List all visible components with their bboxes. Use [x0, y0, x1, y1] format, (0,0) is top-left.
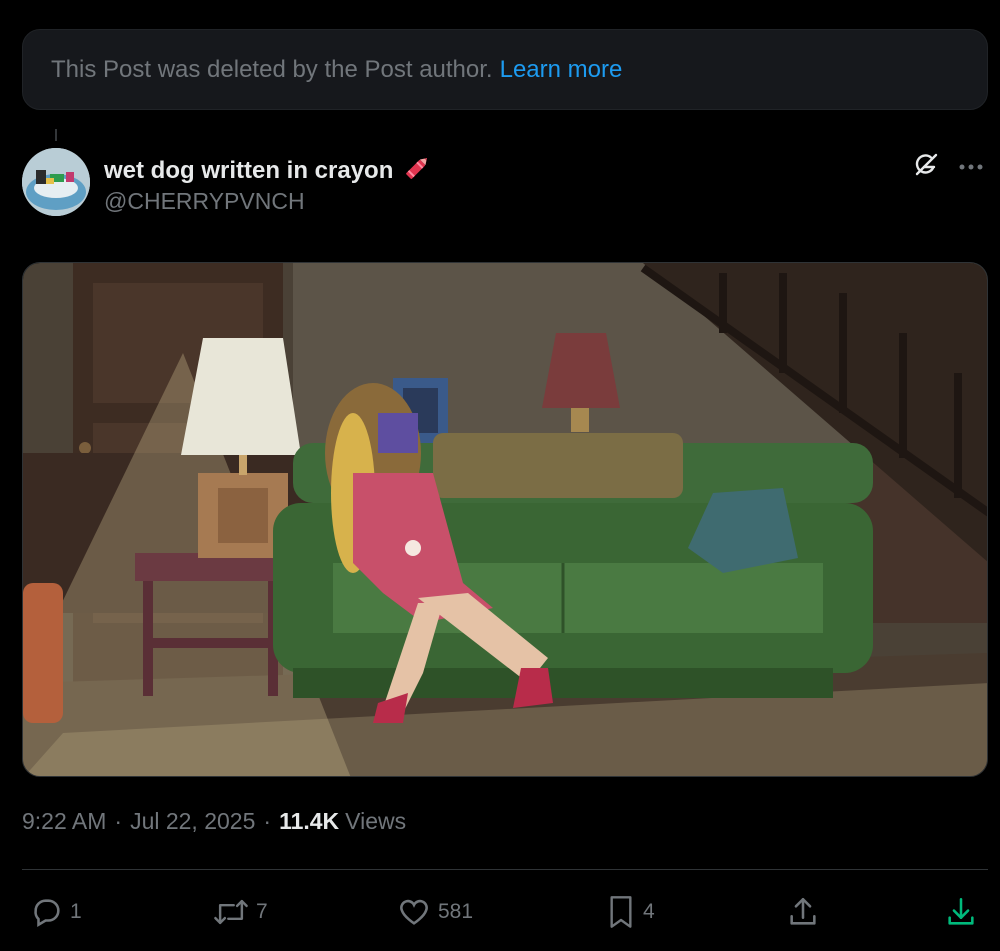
- views-count: 11.4K: [279, 808, 340, 834]
- bookmark-icon: [605, 894, 637, 930]
- views-label: Views: [345, 808, 407, 834]
- reply-button[interactable]: 1: [30, 890, 82, 934]
- reply-count: 1: [70, 900, 82, 923]
- download-icon: [944, 895, 978, 929]
- deleted-post-notice: This Post was deleted by the Post author…: [22, 29, 988, 110]
- meta-separator: ·: [263, 808, 272, 834]
- avatar[interactable]: [22, 148, 90, 216]
- thread-line: [55, 129, 57, 141]
- learn-more-link[interactable]: Learn more: [500, 56, 623, 84]
- divider: [22, 869, 988, 870]
- more-icon[interactable]: [958, 158, 984, 176]
- action-bar: 1 7 581 4: [0, 890, 1000, 934]
- share-button[interactable]: [786, 890, 820, 934]
- reply-icon: [30, 895, 64, 929]
- heart-icon: [396, 895, 432, 929]
- like-button[interactable]: 581: [396, 890, 473, 934]
- bookmark-button[interactable]: 4: [605, 890, 655, 934]
- meta-separator: ·: [114, 808, 123, 834]
- post-meta: 9:22 AM · Jul 22, 2025 · 11.4K Views: [22, 808, 406, 835]
- deleted-notice-text: This Post was deleted by the Post author…: [51, 55, 493, 83]
- bookmark-count: 4: [643, 900, 655, 923]
- crayon-icon: [401, 152, 433, 189]
- post-date[interactable]: Jul 22, 2025: [130, 808, 255, 835]
- author-name-row[interactable]: wet dog written in crayon: [104, 152, 433, 189]
- post-time[interactable]: 9:22 AM: [22, 808, 106, 835]
- like-count: 581: [438, 900, 474, 923]
- author-handle[interactable]: @CHERRYPVNCH: [104, 188, 305, 215]
- post-top-actions: [912, 150, 984, 183]
- grok-icon[interactable]: [912, 150, 940, 183]
- download-button[interactable]: [944, 890, 978, 934]
- repost-icon: [212, 895, 250, 929]
- repost-count: 7: [256, 900, 268, 923]
- display-name[interactable]: wet dog written in crayon: [104, 157, 393, 185]
- share-icon: [786, 895, 820, 929]
- post-media-image[interactable]: [22, 262, 988, 777]
- repost-button[interactable]: 7: [212, 890, 268, 934]
